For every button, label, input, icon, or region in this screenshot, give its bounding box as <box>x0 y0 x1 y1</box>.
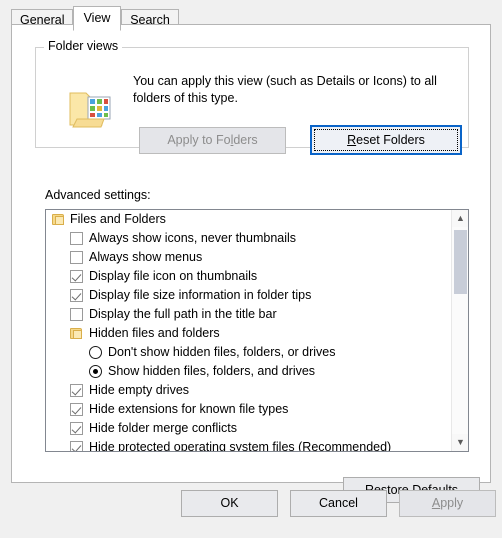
checkbox-display-full-path-in-title-bar[interactable] <box>70 308 83 321</box>
list-item-label: Display file icon on thumbnails <box>89 269 258 283</box>
scrollbar-thumb[interactable] <box>454 230 467 294</box>
radio-dont-show-hidden-files[interactable] <box>89 346 102 359</box>
list-item[interactable]: Display file icon on thumbnails <box>46 267 451 286</box>
checkbox-display-file-icon-on-thumbnails[interactable] <box>70 270 83 283</box>
list-item[interactable]: Display the full path in the title bar <box>46 305 451 324</box>
dialog-button-bar: OK Cancel Apply <box>0 490 502 538</box>
list-item[interactable]: Hide extensions for known file types <box>46 400 451 419</box>
list-item-label: Always show icons, never thumbnails <box>89 231 297 245</box>
list-item[interactable]: Always show menus <box>46 248 451 267</box>
advanced-settings-list[interactable]: Files and Folders Always show icons, nev… <box>45 209 469 452</box>
list-item[interactable]: Display file size information in folder … <box>46 286 451 305</box>
list-item-label: Display the full path in the title bar <box>89 307 277 321</box>
apply-to-folders-button[interactable]: Apply to Folders <box>139 127 286 154</box>
list-item[interactable]: Hide protected operating system files (R… <box>46 438 451 451</box>
list-item[interactable]: Hidden files and folders <box>46 324 451 343</box>
checkbox-hide-empty-drives[interactable] <box>70 384 83 397</box>
advanced-list-scrollbar[interactable]: ▲ ▼ <box>451 210 468 451</box>
radio-show-hidden-files[interactable] <box>89 365 102 378</box>
list-item[interactable]: Hide empty drives <box>46 381 451 400</box>
list-item-label: Hidden files and folders <box>89 326 220 340</box>
scroll-up-icon[interactable]: ▲ <box>452 210 468 227</box>
list-item-label: Files and Folders <box>70 212 166 226</box>
checkbox-always-show-icons[interactable] <box>70 232 83 245</box>
tab-view[interactable]: View <box>73 6 121 31</box>
checkbox-hide-folder-merge-conflicts[interactable] <box>70 422 83 435</box>
list-item-label: Show hidden files, folders, and drives <box>108 364 316 378</box>
scroll-down-icon[interactable]: ▼ <box>452 434 468 451</box>
checkbox-always-show-menus[interactable] <box>70 251 83 264</box>
list-item-label: Don't show hidden files, folders, or dri… <box>108 345 336 359</box>
list-item[interactable]: Files and Folders <box>46 210 451 229</box>
list-item-label: Always show menus <box>89 250 203 264</box>
ok-button[interactable]: OK <box>181 490 278 517</box>
folder-views-legend: Folder views <box>44 39 123 53</box>
cancel-button[interactable]: Cancel <box>290 490 387 517</box>
list-item-label: Hide empty drives <box>89 383 190 397</box>
list-item[interactable]: Always show icons, never thumbnails <box>46 229 451 248</box>
list-item[interactable]: Hide folder merge conflicts <box>46 419 451 438</box>
list-item-label: Hide protected operating system files (R… <box>89 440 392 451</box>
checkbox-display-file-size-in-folder-tips[interactable] <box>70 289 83 302</box>
advanced-settings-viewport: Files and Folders Always show icons, nev… <box>46 210 451 451</box>
list-item[interactable]: Don't show hidden files, folders, or dri… <box>46 343 451 362</box>
list-item-label: Display file size information in folder … <box>89 288 312 302</box>
checkbox-hide-protected-os-files[interactable] <box>70 441 83 451</box>
list-item-label: Hide extensions for known file types <box>89 402 289 416</box>
apply-button[interactable]: Apply <box>399 490 496 517</box>
ok-button-label: OK <box>220 496 239 510</box>
folder-views-description: You can apply this view (such as Details… <box>133 74 437 105</box>
reset-folders-button[interactable]: Reset Folders <box>310 125 462 155</box>
list-item-label: Hide folder merge conflicts <box>89 421 237 435</box>
checkbox-hide-extensions-known-file-types[interactable] <box>70 403 83 416</box>
folder-icon <box>52 214 64 225</box>
view-tab-panel: Folder views You can apply this view (su… <box>11 24 491 503</box>
folder-icon <box>70 328 82 339</box>
advanced-settings-label: Advanced settings: <box>45 188 151 202</box>
folder-views-icon <box>68 89 114 131</box>
cancel-button-label: Cancel <box>319 496 358 510</box>
list-item[interactable]: Show hidden files, folders, and drives <box>46 362 451 381</box>
